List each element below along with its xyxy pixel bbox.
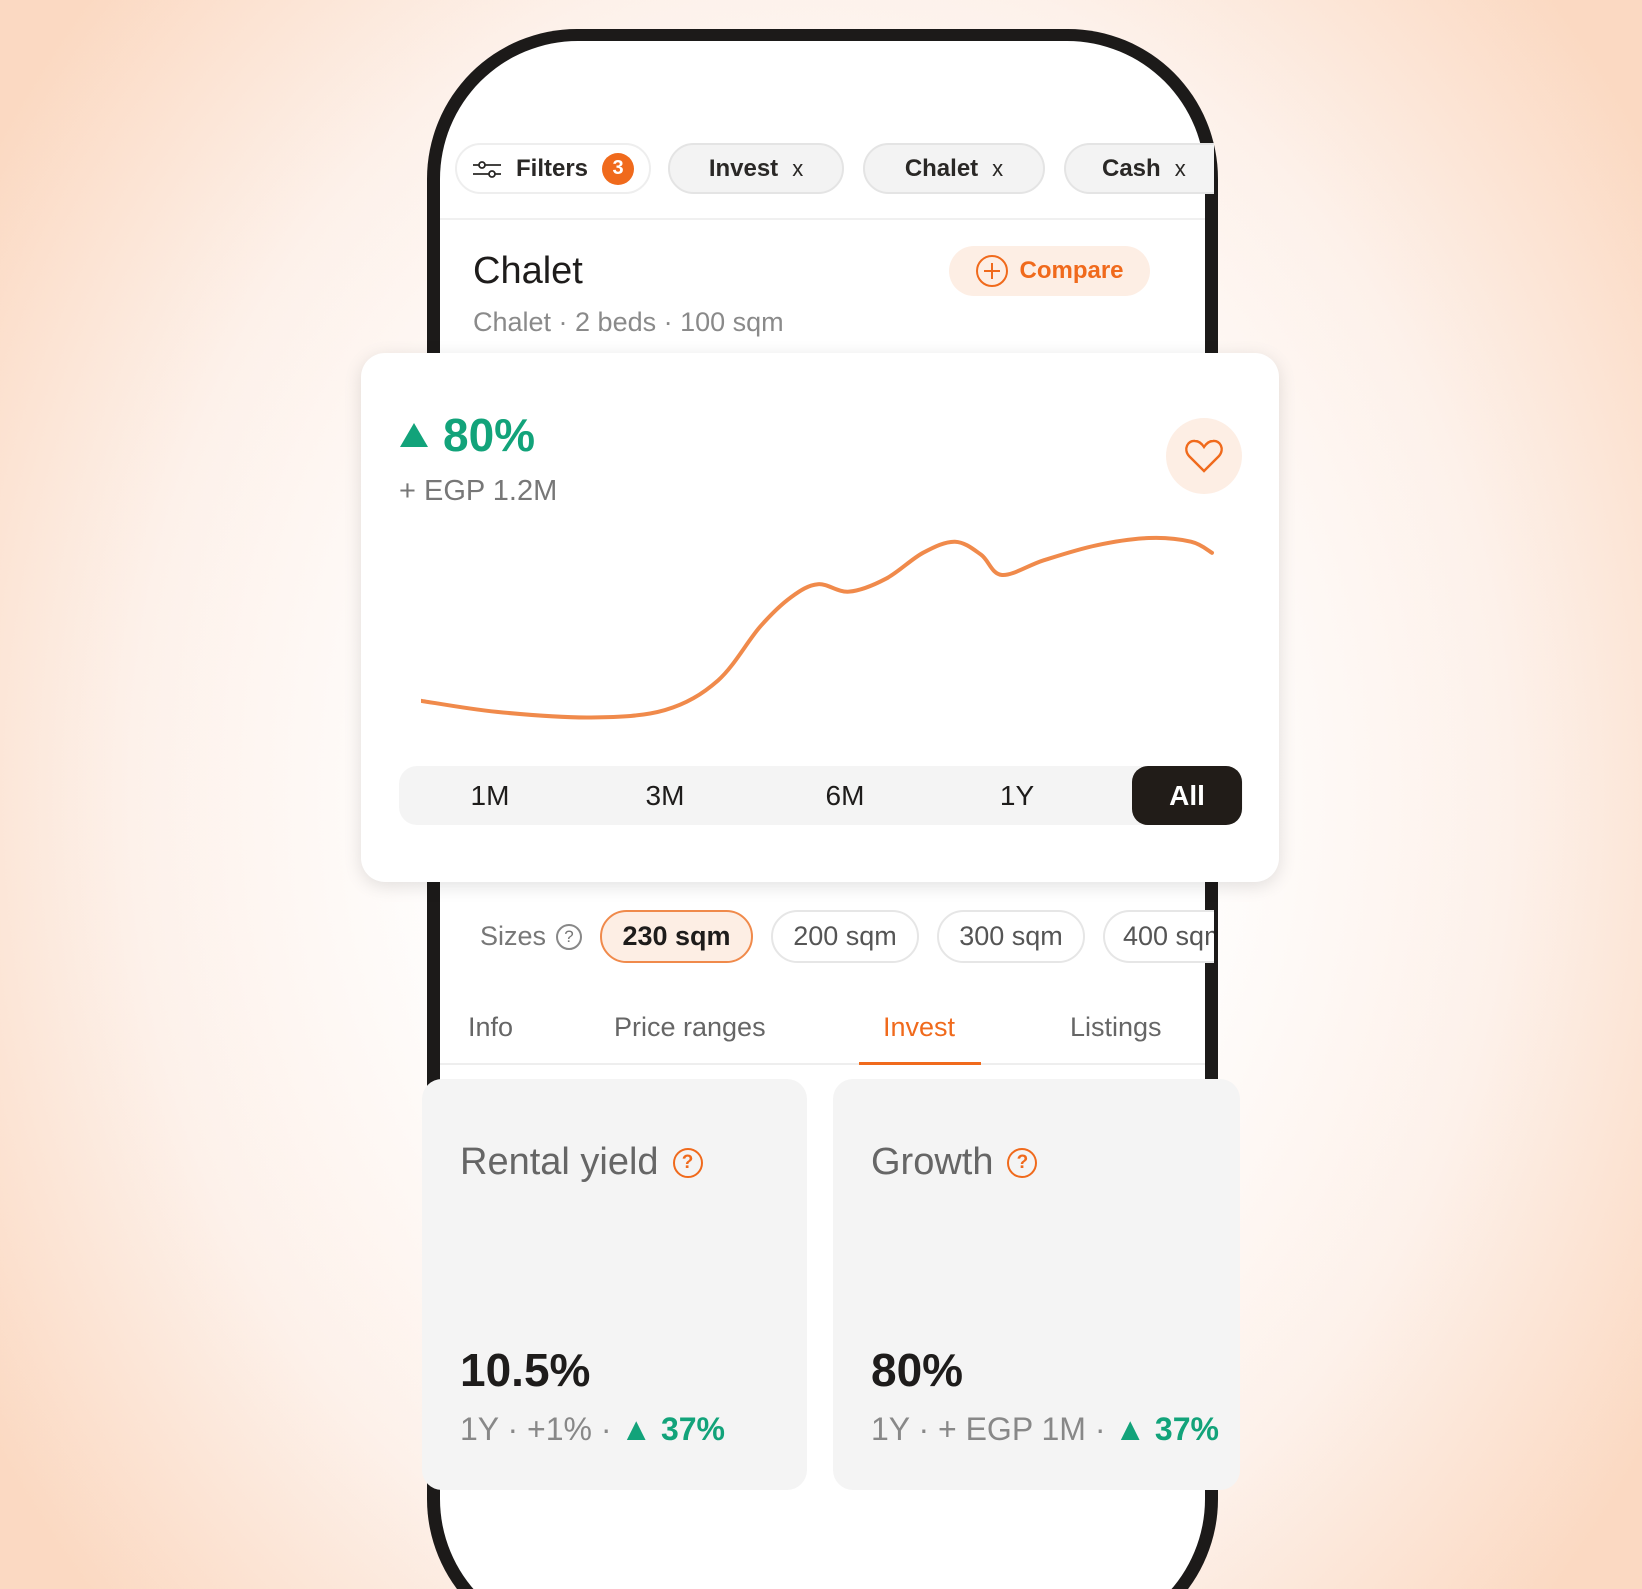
change-percent-value: 80%: [443, 409, 536, 461]
stat-title: Rental yield: [460, 1141, 659, 1183]
tab-price-ranges[interactable]: Price ranges: [614, 1012, 766, 1043]
change-amount: + EGP 1.2M: [399, 475, 558, 507]
help-icon[interactable]: ?: [672, 1147, 703, 1178]
tab-info[interactable]: Info: [468, 1012, 513, 1043]
filters-label: Filters: [515, 154, 589, 182]
triangle-up-icon: ▲: [1114, 1411, 1147, 1447]
heart-icon: [1185, 439, 1223, 473]
price-series-line: [421, 535, 1214, 720]
close-icon[interactable]: x: [992, 156, 1003, 182]
divider: [440, 218, 1205, 220]
timeframe-1m[interactable]: 1M: [435, 766, 545, 825]
timeframe-3m[interactable]: 3M: [610, 766, 720, 825]
help-icon[interactable]: ?: [1007, 1147, 1038, 1178]
stat-title: Growth: [871, 1141, 994, 1183]
size-option-selected[interactable]: 230 sqm: [600, 910, 753, 963]
price-line-chart: [421, 535, 1214, 720]
chip-label: Chalet: [904, 154, 979, 182]
chip-chalet[interactable]: Chalet x: [863, 143, 1045, 194]
chip-label: Cash: [1102, 154, 1161, 182]
close-icon[interactable]: x: [792, 156, 803, 182]
active-tab-indicator: [859, 1062, 981, 1065]
plus-circle-icon: [976, 255, 1009, 287]
stat-period: 1Y · +1% ·: [460, 1411, 612, 1447]
stat-period: 1Y · + EGP 1M ·: [871, 1411, 1106, 1447]
growth-card: Growth? 80% 1Y · + EGP 1M · ▲ 37%: [833, 1079, 1240, 1490]
sizes-label: Sizes ?: [480, 921, 583, 952]
size-option[interactable]: 400 sqm: [1103, 910, 1214, 963]
property-subtitle: Chalet · 2 beds · 100 sqm: [473, 307, 784, 337]
rental-yield-card: Rental yield? 10.5% 1Y · +1% · ▲ 37%: [422, 1079, 807, 1490]
change-percent: 80%: [399, 408, 535, 462]
timeframe-all[interactable]: All: [1132, 766, 1242, 825]
sizes-label-text: Sizes: [480, 921, 547, 951]
stat-subtext: 1Y · + EGP 1M · ▲ 37%: [871, 1411, 1219, 1448]
stat-change: 37%: [660, 1411, 725, 1447]
help-icon[interactable]: ?: [556, 923, 583, 950]
triangle-up-icon: [400, 423, 428, 447]
property-title: Chalet: [473, 250, 583, 292]
filters-count-badge: 3: [602, 152, 635, 185]
size-option[interactable]: 200 sqm: [771, 910, 919, 963]
tab-listings[interactable]: Listings: [1070, 1012, 1162, 1043]
stat-subtext: 1Y · +1% · ▲ 37%: [460, 1411, 725, 1448]
triangle-up-icon: ▲: [620, 1411, 653, 1447]
filters-button[interactable]: Filters 3: [455, 143, 651, 194]
close-icon[interactable]: x: [1175, 156, 1186, 182]
sliders-icon: [472, 160, 501, 178]
stat-value: 10.5%: [460, 1344, 591, 1396]
favorite-button[interactable]: [1166, 418, 1242, 494]
compare-label: Compare: [1019, 257, 1124, 284]
timeframe-6m[interactable]: 6M: [790, 766, 900, 825]
compare-button[interactable]: Compare: [949, 246, 1150, 296]
chip-cash[interactable]: Cash x: [1064, 143, 1214, 194]
size-option[interactable]: 300 sqm: [937, 910, 1085, 963]
chip-label: Invest: [708, 154, 779, 182]
stat-change: 37%: [1154, 1411, 1219, 1447]
chip-invest[interactable]: Invest x: [668, 143, 844, 194]
timeframe-selector: 1M 3M 6M 1Y All: [399, 766, 1243, 825]
timeframe-1y[interactable]: 1Y: [962, 766, 1072, 825]
tab-invest[interactable]: Invest: [883, 1012, 955, 1043]
tabs-divider: [440, 1063, 1205, 1065]
price-chart-card: 80% + EGP 1.2M 1M 3M 6M 1Y All: [361, 353, 1279, 882]
stat-value: 80%: [871, 1344, 964, 1396]
